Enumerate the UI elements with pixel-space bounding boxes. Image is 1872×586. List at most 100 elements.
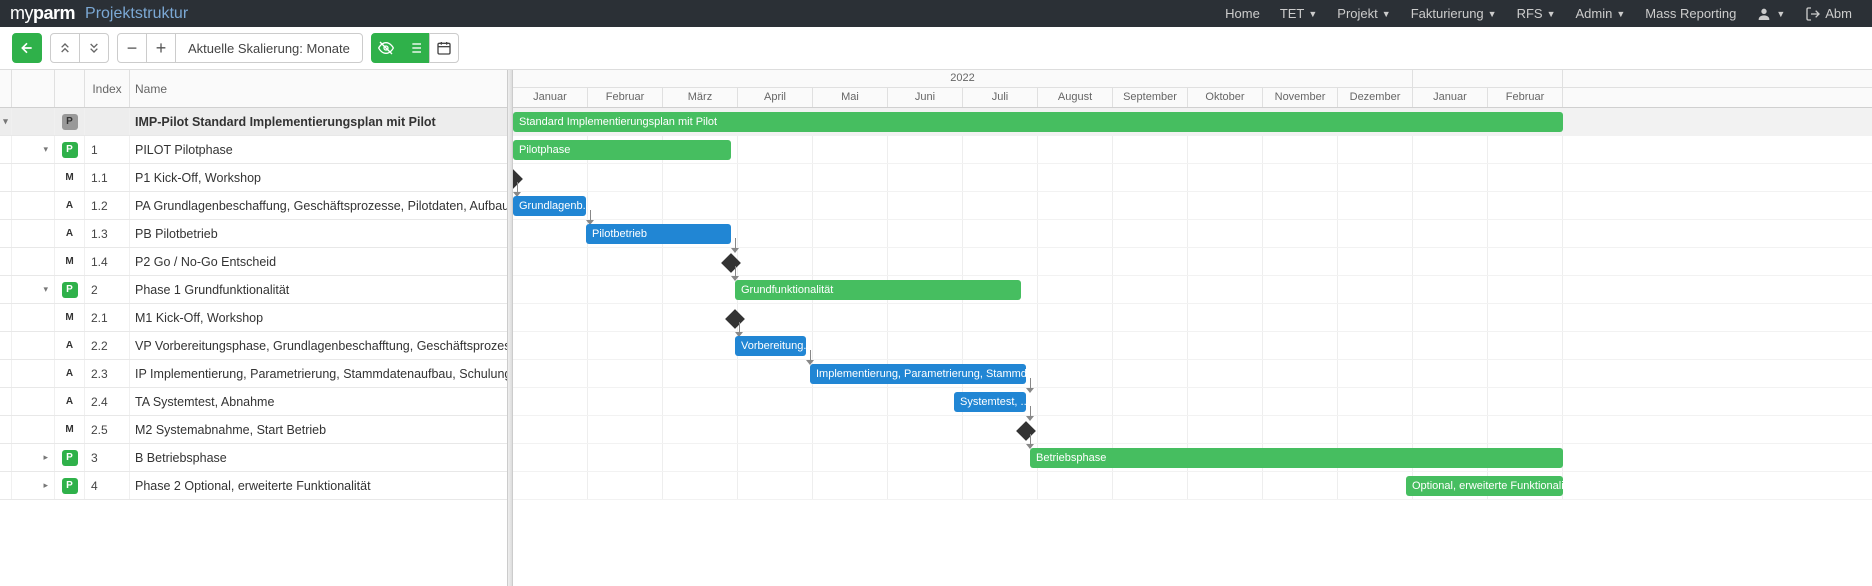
row-name: B Betriebsphase bbox=[130, 444, 512, 471]
gantt-bar[interactable]: Standard Implementierungsplan mit Pilot bbox=[513, 112, 1563, 132]
gantt-row: Pilotphase bbox=[513, 136, 1872, 164]
table-row[interactable]: ▾P1PILOT Pilotphase bbox=[0, 136, 512, 164]
table-row[interactable]: M1.1P1 Kick-Off, Workshop bbox=[0, 164, 512, 192]
nav-projekt[interactable]: Projekt ▼ bbox=[1327, 6, 1400, 21]
row-toggle bbox=[0, 248, 12, 275]
gantt-bar[interactable]: Systemtest, ... bbox=[954, 392, 1026, 412]
type-badge: A bbox=[62, 226, 78, 242]
table-row[interactable]: A2.4TA Systemtest, Abnahme bbox=[0, 388, 512, 416]
row-toggle bbox=[12, 360, 55, 387]
row-toggle bbox=[12, 248, 55, 275]
view-group bbox=[371, 33, 459, 63]
gantt-bar[interactable]: Betriebsphase bbox=[1030, 448, 1563, 468]
gantt-bar[interactable]: Pilotbetrieb bbox=[586, 224, 731, 244]
right-header: 2022 JanuarFebruarMärzAprilMaiJuniJuliAu… bbox=[513, 70, 1872, 108]
calendar-button[interactable] bbox=[429, 33, 459, 63]
col-header-name[interactable]: Name bbox=[130, 70, 512, 107]
user-icon bbox=[1756, 6, 1772, 22]
table-row[interactable]: A1.2PA Grundlagenbeschaffung, Geschäftsp… bbox=[0, 192, 512, 220]
milestone-icon[interactable] bbox=[1016, 421, 1036, 441]
row-index: 1.4 bbox=[85, 248, 130, 275]
milestone-icon[interactable] bbox=[721, 253, 741, 273]
month-header: Februar bbox=[1488, 88, 1563, 107]
back-button[interactable] bbox=[12, 33, 42, 63]
milestone-icon[interactable] bbox=[725, 309, 745, 329]
nav-admin[interactable]: Admin ▼ bbox=[1566, 6, 1636, 21]
table-row[interactable]: ▸P3B Betriebsphase bbox=[0, 444, 512, 472]
row-toggle bbox=[12, 108, 55, 135]
gantt-bar[interactable]: Vorbereitung... bbox=[735, 336, 806, 356]
zoom-group: − + Aktuelle Skalierung: Monate bbox=[117, 33, 363, 63]
gantt-bar[interactable]: Grundfunktionalität bbox=[735, 280, 1021, 300]
row-name: IMP-Pilot Standard Implementierungsplan … bbox=[130, 108, 512, 135]
month-header: Juli bbox=[963, 88, 1038, 107]
page-title: Projektstruktur bbox=[85, 5, 188, 23]
list-view-button[interactable] bbox=[400, 33, 430, 63]
zoom-out-button[interactable]: − bbox=[117, 33, 147, 63]
gantt-row bbox=[513, 248, 1872, 276]
nav-rfs[interactable]: RFS ▼ bbox=[1507, 6, 1566, 21]
table-row[interactable]: A2.3IP Implementierung, Parametrierung, … bbox=[0, 360, 512, 388]
scale-label: Aktuelle Skalierung: Monate bbox=[175, 33, 363, 63]
gantt-bar[interactable]: Pilotphase bbox=[513, 140, 731, 160]
main: Index Name ▾ P IMP-Pilot Standard Implemen… bbox=[0, 70, 1872, 586]
nav-user[interactable]: ▼ bbox=[1746, 6, 1795, 22]
right-panel: 2022 JanuarFebruarMärzAprilMaiJuniJuliAu… bbox=[513, 70, 1872, 586]
row-toggle[interactable]: ▾ bbox=[12, 276, 55, 303]
month-header: November bbox=[1263, 88, 1338, 107]
row-toggle bbox=[12, 416, 55, 443]
left-body: ▾ P IMP-Pilot Standard Implementierungspla… bbox=[0, 108, 512, 586]
type-badge: P bbox=[62, 282, 78, 298]
nav-home[interactable]: Home bbox=[1215, 6, 1270, 21]
col-header-index[interactable]: Index bbox=[85, 70, 130, 107]
row-index: 3 bbox=[85, 444, 130, 471]
collapse-all-button[interactable] bbox=[50, 33, 80, 63]
row-index: 2 bbox=[85, 276, 130, 303]
nav-tet[interactable]: TET ▼ bbox=[1270, 6, 1327, 21]
row-index: 1.3 bbox=[85, 220, 130, 247]
row-index: 2.5 bbox=[85, 416, 130, 443]
gantt-row: Standard Implementierungsplan mit Pilot bbox=[513, 108, 1872, 136]
gantt-bar[interactable]: Grundlagenb... bbox=[513, 196, 586, 216]
table-row[interactable]: A1.3PB Pilotbetrieb bbox=[0, 220, 512, 248]
expand-all-button[interactable] bbox=[79, 33, 109, 63]
calendar-icon bbox=[436, 40, 452, 56]
row-toggle[interactable]: ▾ bbox=[0, 108, 12, 135]
left-header: Index Name bbox=[0, 70, 512, 108]
row-index: 2.3 bbox=[85, 360, 130, 387]
nav-fakturierung[interactable]: Fakturierung ▼ bbox=[1401, 6, 1507, 21]
toolbar: − + Aktuelle Skalierung: Monate bbox=[0, 27, 1872, 70]
zoom-in-button[interactable]: + bbox=[146, 33, 176, 63]
row-toggle bbox=[12, 388, 55, 415]
row-name: M2 Systemabnahme, Start Betrieb bbox=[130, 416, 512, 443]
table-row[interactable]: M2.5M2 Systemabnahme, Start Betrieb bbox=[0, 416, 512, 444]
type-badge: A bbox=[62, 394, 78, 410]
panel-splitter[interactable] bbox=[506, 70, 518, 586]
gantt-row: Grundfunktionalität bbox=[513, 276, 1872, 304]
month-header: Mai bbox=[813, 88, 888, 107]
year-header: 2022 bbox=[513, 70, 1413, 87]
gantt-row: Optional, erweiterte Funktionalität bbox=[513, 472, 1872, 500]
month-header: Juni bbox=[888, 88, 963, 107]
table-row[interactable]: ▾PIMP-Pilot Standard Implementierungspla… bbox=[0, 108, 512, 136]
row-index: 4 bbox=[85, 472, 130, 499]
nav-mass-reporting[interactable]: Mass Reporting bbox=[1635, 6, 1746, 21]
type-badge: P bbox=[62, 142, 78, 158]
gantt-bar[interactable]: Implementierung, Parametrierung, Stammda… bbox=[810, 364, 1026, 384]
nav-logout[interactable]: Abm bbox=[1795, 6, 1862, 22]
table-row[interactable]: ▾P2Phase 1 Grundfunktionalität bbox=[0, 276, 512, 304]
table-row[interactable]: ▸P4Phase 2 Optional, erweiterte Funktion… bbox=[0, 472, 512, 500]
row-index: 2.1 bbox=[85, 304, 130, 331]
type-badge: M bbox=[62, 310, 78, 326]
gantt-bar[interactable]: Optional, erweiterte Funktionalität bbox=[1406, 476, 1563, 496]
row-name: Phase 2 Optional, erweiterte Funktionali… bbox=[130, 472, 512, 499]
month-header: Januar bbox=[513, 88, 588, 107]
table-row[interactable]: A2.2VP Vorbereitungsphase, Grundlagenbes… bbox=[0, 332, 512, 360]
table-row[interactable]: M2.1M1 Kick-Off, Workshop bbox=[0, 304, 512, 332]
row-toggle[interactable]: ▸ bbox=[12, 444, 55, 471]
arrow-left-icon bbox=[19, 40, 35, 56]
toggle-visibility-button[interactable] bbox=[371, 33, 401, 63]
row-toggle[interactable]: ▾ bbox=[12, 136, 55, 163]
table-row[interactable]: M1.4P2 Go / No-Go Entscheid bbox=[0, 248, 512, 276]
row-toggle[interactable]: ▸ bbox=[12, 472, 55, 499]
